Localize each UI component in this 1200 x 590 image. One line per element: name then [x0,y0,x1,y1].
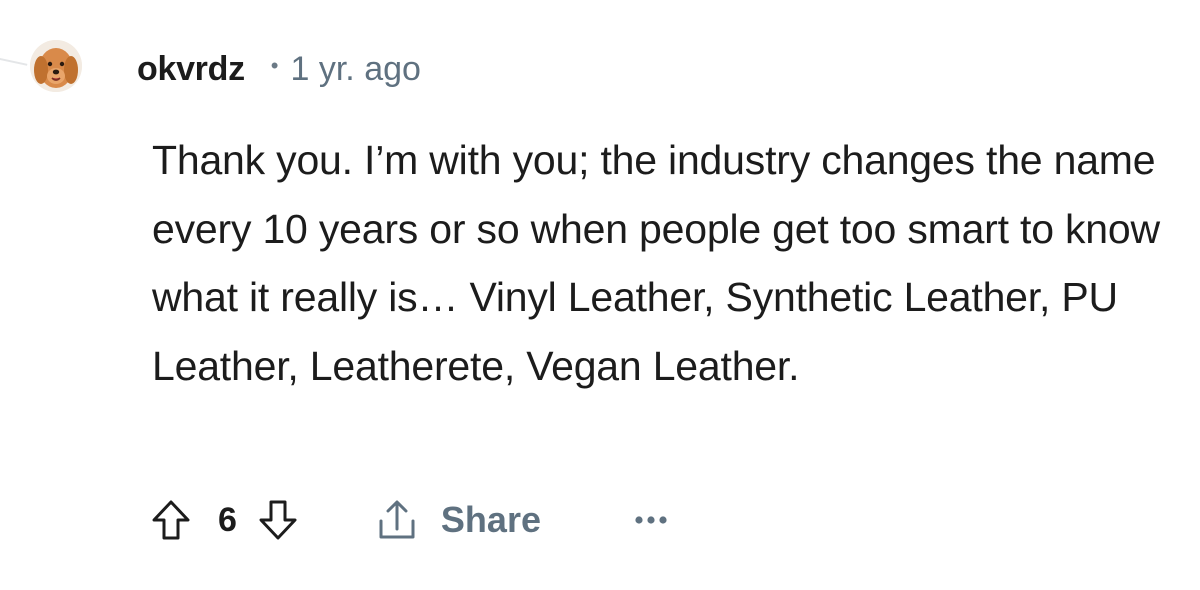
downvote-arrow-icon [259,500,297,540]
upvote-arrow-icon [152,500,190,540]
upvote-button[interactable] [148,497,194,543]
meta-separator: • [270,53,279,78]
vote-count: 6 [218,500,237,539]
comment-timestamp[interactable]: 1 yr. ago [291,50,421,89]
comment-body: Thank you. I’m with you; the industry ch… [152,137,1160,389]
thread-connector-line [0,58,28,78]
share-button[interactable]: Share [373,497,541,543]
comment-header: okvrdz • 1 yr. ago [137,44,421,94]
more-options-icon [635,516,667,524]
username-link[interactable]: okvrdz [137,50,245,89]
share-icon-wrap [373,497,421,543]
user-avatar[interactable] [30,40,82,92]
more-options-button[interactable] [633,514,669,526]
share-icon [379,500,415,539]
dog-avatar-icon [30,40,82,92]
share-label: Share [440,499,541,540]
comment-action-bar: 6 Share [148,492,669,548]
downvote-button[interactable] [255,497,301,543]
